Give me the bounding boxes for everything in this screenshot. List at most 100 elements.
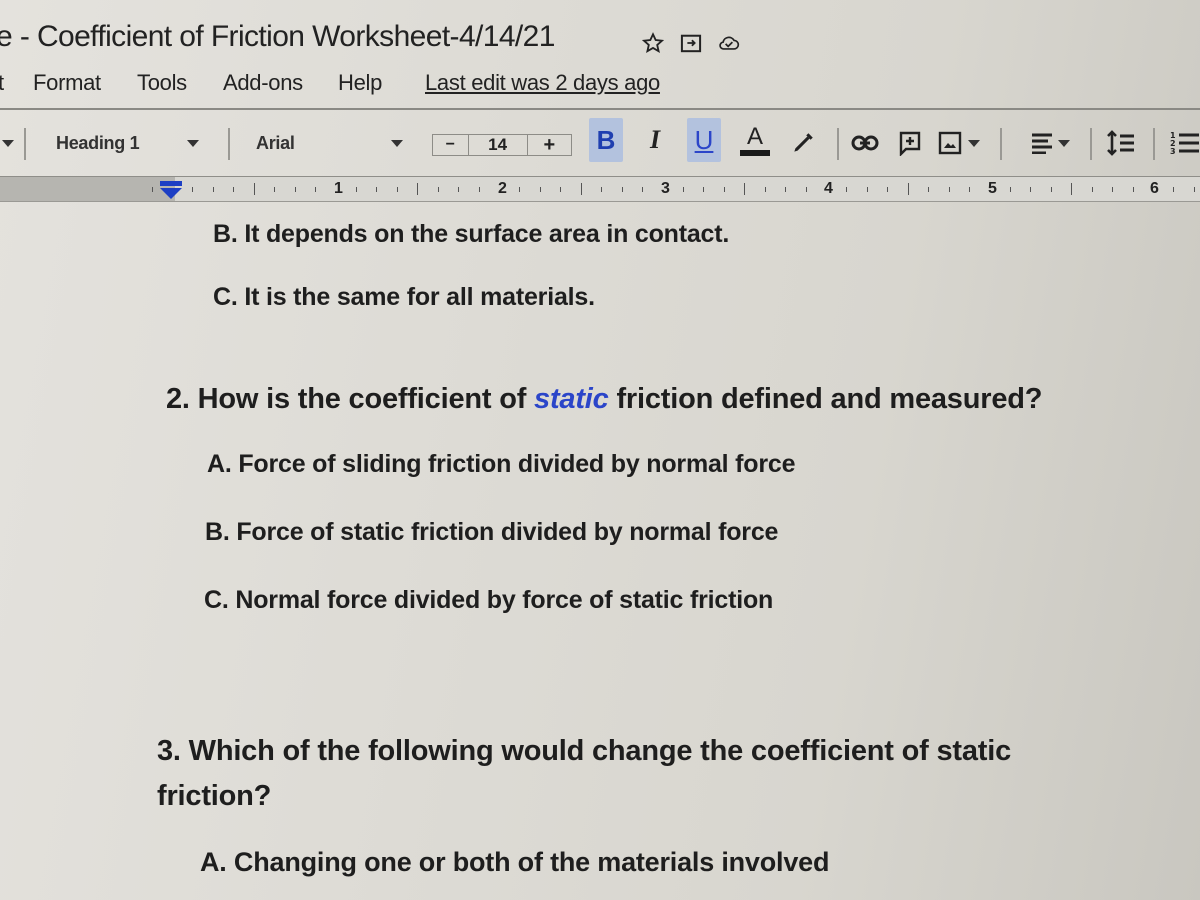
font-family-select[interactable]: Arial — [256, 118, 406, 168]
option-letter: A. — [200, 847, 227, 877]
svg-text:3: 3 — [1170, 147, 1176, 156]
ruler-tick — [355, 187, 357, 192]
chevron-down-icon — [968, 139, 980, 147]
highlight-color-button[interactable] — [790, 118, 816, 168]
ruler-number: 3 — [661, 180, 670, 197]
ruler-tick — [458, 187, 460, 192]
star-icon[interactable] — [642, 32, 664, 54]
toolbar-separator — [228, 128, 230, 160]
ruler-tick — [1173, 187, 1175, 192]
ruler-tick — [519, 187, 521, 192]
ruler-tick — [192, 187, 194, 192]
text-color-label: A — [746, 123, 763, 150]
insert-comment-button[interactable] — [898, 118, 922, 168]
q3-option-a[interactable]: A. Changing one or both of the materials… — [200, 847, 829, 878]
menu-insert[interactable]: t — [0, 70, 4, 96]
ruler-tick — [1030, 187, 1032, 192]
q1-option-b[interactable]: B. It depends on the surface area in con… — [213, 220, 729, 249]
ruler-tick — [376, 187, 378, 192]
menu-help[interactable]: Help — [338, 70, 382, 96]
numbered-list-icon: 123 — [1170, 131, 1199, 156]
ruler-tick — [212, 187, 214, 192]
ruler-tick — [1091, 187, 1093, 192]
ruler-tick — [928, 187, 930, 192]
question-3-line-2[interactable]: friction? — [157, 780, 271, 813]
toolbar-separator — [1090, 128, 1092, 160]
ruler-tick — [969, 187, 971, 192]
ruler-tick — [764, 187, 766, 192]
toolbar-separator — [837, 128, 839, 160]
move-to-folder-icon[interactable] — [680, 32, 702, 54]
toolbar-separator — [1153, 128, 1155, 160]
link-icon — [851, 135, 879, 151]
ruler-number: 2 — [498, 180, 507, 197]
q1-option-c[interactable]: C. It is the same for all materials. — [213, 283, 595, 312]
increase-font-size-button[interactable]: + — [528, 134, 571, 156]
ruler-tick — [151, 187, 153, 192]
menu-tools[interactable]: Tools — [137, 70, 187, 96]
ruler-tick — [315, 187, 317, 192]
paragraph-style-select[interactable]: Heading 1 — [56, 118, 226, 168]
add-comment-icon — [899, 131, 921, 156]
ruler-tick — [744, 183, 746, 195]
ruler-tick — [1071, 183, 1073, 195]
ruler-tick — [723, 187, 725, 192]
ruler-tick — [437, 187, 439, 192]
highlighter-icon — [794, 133, 813, 152]
align-dropdown[interactable] — [1030, 118, 1070, 168]
toolbar-separator — [24, 128, 26, 160]
paragraph-style-value: Heading 1 — [56, 132, 140, 153]
font-size-control: − 14 + — [432, 134, 572, 156]
ruler-tick — [253, 183, 255, 195]
option-text: Force of sliding friction divided by nor… — [238, 450, 796, 478]
ruler-tick — [846, 187, 848, 192]
ruler-tick — [1112, 187, 1114, 192]
insert-image-button[interactable] — [938, 118, 980, 168]
decrease-font-size-button[interactable]: − — [433, 135, 469, 155]
question-2[interactable]: 2. How is the coefficient of static fric… — [166, 383, 1042, 416]
ruler-tick — [233, 187, 235, 192]
option-text: It depends on the surface area in contac… — [244, 220, 730, 248]
option-text: It is the same for all materials. — [244, 283, 595, 311]
menu-format[interactable]: Format — [33, 70, 101, 96]
ruler-tick — [621, 187, 623, 192]
ruler-tick — [601, 187, 603, 192]
document-title[interactable]: e - Coefficient of Friction Worksheet-4/… — [0, 20, 555, 54]
ruler-tick — [1132, 187, 1134, 192]
q2-option-c[interactable]: C. Normal force divided by force of stat… — [204, 586, 773, 615]
text-color-swatch — [740, 150, 770, 156]
question-3-line-1[interactable]: 3. Which of the following would change t… — [157, 735, 1011, 768]
line-spacing-button[interactable] — [1106, 118, 1136, 168]
text-color-button[interactable]: A — [738, 118, 772, 162]
ruler-tick — [907, 183, 909, 195]
indent-marker-icon[interactable] — [160, 181, 182, 199]
ruler-tick — [294, 187, 296, 192]
menu-add-ons[interactable]: Add-ons — [223, 70, 303, 96]
ruler-tick — [785, 187, 787, 192]
q2-option-b[interactable]: B. Force of static friction divided by n… — [205, 518, 778, 547]
toolbar-separator — [1000, 128, 1002, 160]
option-letter: C. — [213, 283, 238, 311]
ruler-number: 6 — [1150, 180, 1159, 197]
ruler-tick — [274, 187, 276, 192]
ruler-tick — [580, 183, 582, 195]
insert-link-button[interactable] — [851, 118, 879, 168]
cloud-saved-icon[interactable] — [718, 32, 740, 54]
last-edit-link[interactable]: Last edit was 2 days ago — [425, 70, 660, 96]
option-text: Normal force divided by force of static … — [235, 586, 774, 614]
bold-button[interactable]: B — [589, 118, 623, 162]
question-text: 2. How is the coefficient of — [166, 383, 535, 415]
ruler-tick — [866, 187, 868, 192]
ruler-number: 5 — [988, 180, 997, 197]
ruler-tick — [948, 187, 950, 192]
option-text: Changing one or both of the materials in… — [233, 847, 830, 877]
toolbar-overflow-dropdown[interactable] — [2, 118, 14, 168]
q2-option-a[interactable]: A. Force of sliding friction divided by … — [207, 450, 795, 479]
highlighted-word: static — [534, 383, 609, 415]
numbered-list-button[interactable]: 123 — [1170, 118, 1200, 168]
italic-button[interactable]: I — [638, 118, 672, 162]
font-size-input[interactable]: 14 — [469, 135, 528, 155]
line-spacing-icon — [1107, 130, 1134, 156]
question-text: friction defined and measured? — [608, 383, 1043, 415]
underline-button[interactable]: U — [687, 118, 721, 162]
